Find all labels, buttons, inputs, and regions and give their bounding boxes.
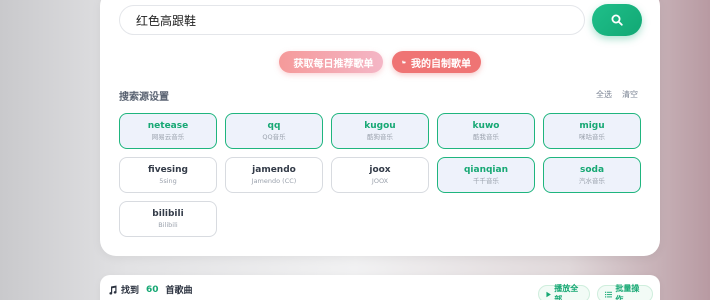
results-prefix: 找到 bbox=[121, 286, 140, 296]
play-icon bbox=[546, 291, 551, 297]
batch-actions-button[interactable]: 批量操作 bbox=[597, 284, 653, 300]
folder-open-icon bbox=[402, 60, 406, 64]
source-name: joox bbox=[369, 165, 391, 175]
source-migu[interactable]: migu 咪咕音乐 bbox=[543, 113, 641, 149]
source-name: netease bbox=[147, 121, 189, 131]
source-subtitle: 酷我音乐 bbox=[473, 133, 499, 141]
source-name: kuwo bbox=[472, 121, 500, 131]
source-subtitle: QQ音乐 bbox=[262, 133, 286, 141]
source-name: kugou bbox=[364, 121, 396, 131]
results-count: 60 bbox=[146, 284, 159, 295]
source-kugou[interactable]: kugou 酷狗音乐 bbox=[331, 113, 429, 149]
source-joox[interactable]: joox JOOX bbox=[331, 157, 429, 193]
my-playlists-label: 我的自制歌单 bbox=[411, 58, 471, 70]
daily-recommend-label: 获取每日推荐歌单 bbox=[293, 58, 374, 70]
source-name: qq bbox=[267, 121, 281, 131]
search-button[interactable] bbox=[592, 4, 642, 36]
source-qq[interactable]: qq QQ音乐 bbox=[225, 113, 323, 149]
results-panel: 找到 60 首歌曲 播放全部 批量操作 bbox=[100, 275, 660, 300]
list-icon bbox=[605, 291, 613, 297]
source-subtitle: Bilibili bbox=[158, 221, 178, 229]
sources-actions: 全选 清空 bbox=[596, 89, 638, 100]
source-name: jamendo bbox=[252, 165, 296, 175]
source-subtitle: 网易云音乐 bbox=[151, 133, 185, 141]
results-suffix: 首歌曲 bbox=[165, 286, 193, 296]
source-subtitle: 酷狗音乐 bbox=[367, 133, 393, 141]
music-note-icon bbox=[109, 285, 117, 294]
search-card: 红色高跟鞋 获取每日推荐歌单 我的自制歌单 搜索源设置 全选 清空 neteas… bbox=[100, 0, 660, 256]
search-icon bbox=[611, 14, 623, 26]
source-name: soda bbox=[579, 165, 605, 175]
source-kuwo[interactable]: kuwo 酷我音乐 bbox=[437, 113, 535, 149]
daily-recommend-button[interactable]: 获取每日推荐歌单 bbox=[279, 51, 383, 73]
my-playlists-button[interactable]: 我的自制歌单 bbox=[392, 51, 481, 73]
batch-actions-label: 批量操作 bbox=[615, 284, 640, 300]
source-qianqian[interactable]: qianqian 千千音乐 bbox=[437, 157, 535, 193]
source-name: qianqian bbox=[463, 165, 508, 175]
source-bilibili[interactable]: bilibili Bilibili bbox=[119, 201, 217, 237]
search-input[interactable]: 红色高跟鞋 bbox=[119, 5, 585, 35]
clear-link[interactable]: 清空 bbox=[622, 89, 638, 100]
source-name: migu bbox=[579, 121, 605, 131]
source-netease[interactable]: netease 网易云音乐 bbox=[119, 113, 217, 149]
results-summary: 找到 60 首歌曲 bbox=[108, 283, 193, 296]
source-name: fivesing bbox=[148, 165, 188, 175]
sources-title: 搜索源设置 bbox=[119, 92, 169, 103]
source-subtitle: 5sing bbox=[159, 177, 177, 185]
play-all-label: 播放全部 bbox=[554, 284, 579, 300]
source-soda[interactable]: soda 汽水音乐 bbox=[543, 157, 641, 193]
source-subtitle: Jamendo (CC) bbox=[251, 177, 297, 185]
source-jamendo[interactable]: jamendo Jamendo (CC) bbox=[225, 157, 323, 193]
source-subtitle: 咪咕音乐 bbox=[579, 133, 605, 141]
play-all-button[interactable]: 播放全部 bbox=[538, 284, 590, 300]
source-subtitle: JOOX bbox=[371, 177, 389, 185]
source-subtitle: 汽水音乐 bbox=[579, 177, 605, 185]
source-fivesing[interactable]: fivesing 5sing bbox=[119, 157, 217, 193]
source-subtitle: 千千音乐 bbox=[473, 177, 499, 185]
source-name: bilibili bbox=[152, 209, 184, 219]
select-all-link[interactable]: 全选 bbox=[596, 89, 612, 100]
